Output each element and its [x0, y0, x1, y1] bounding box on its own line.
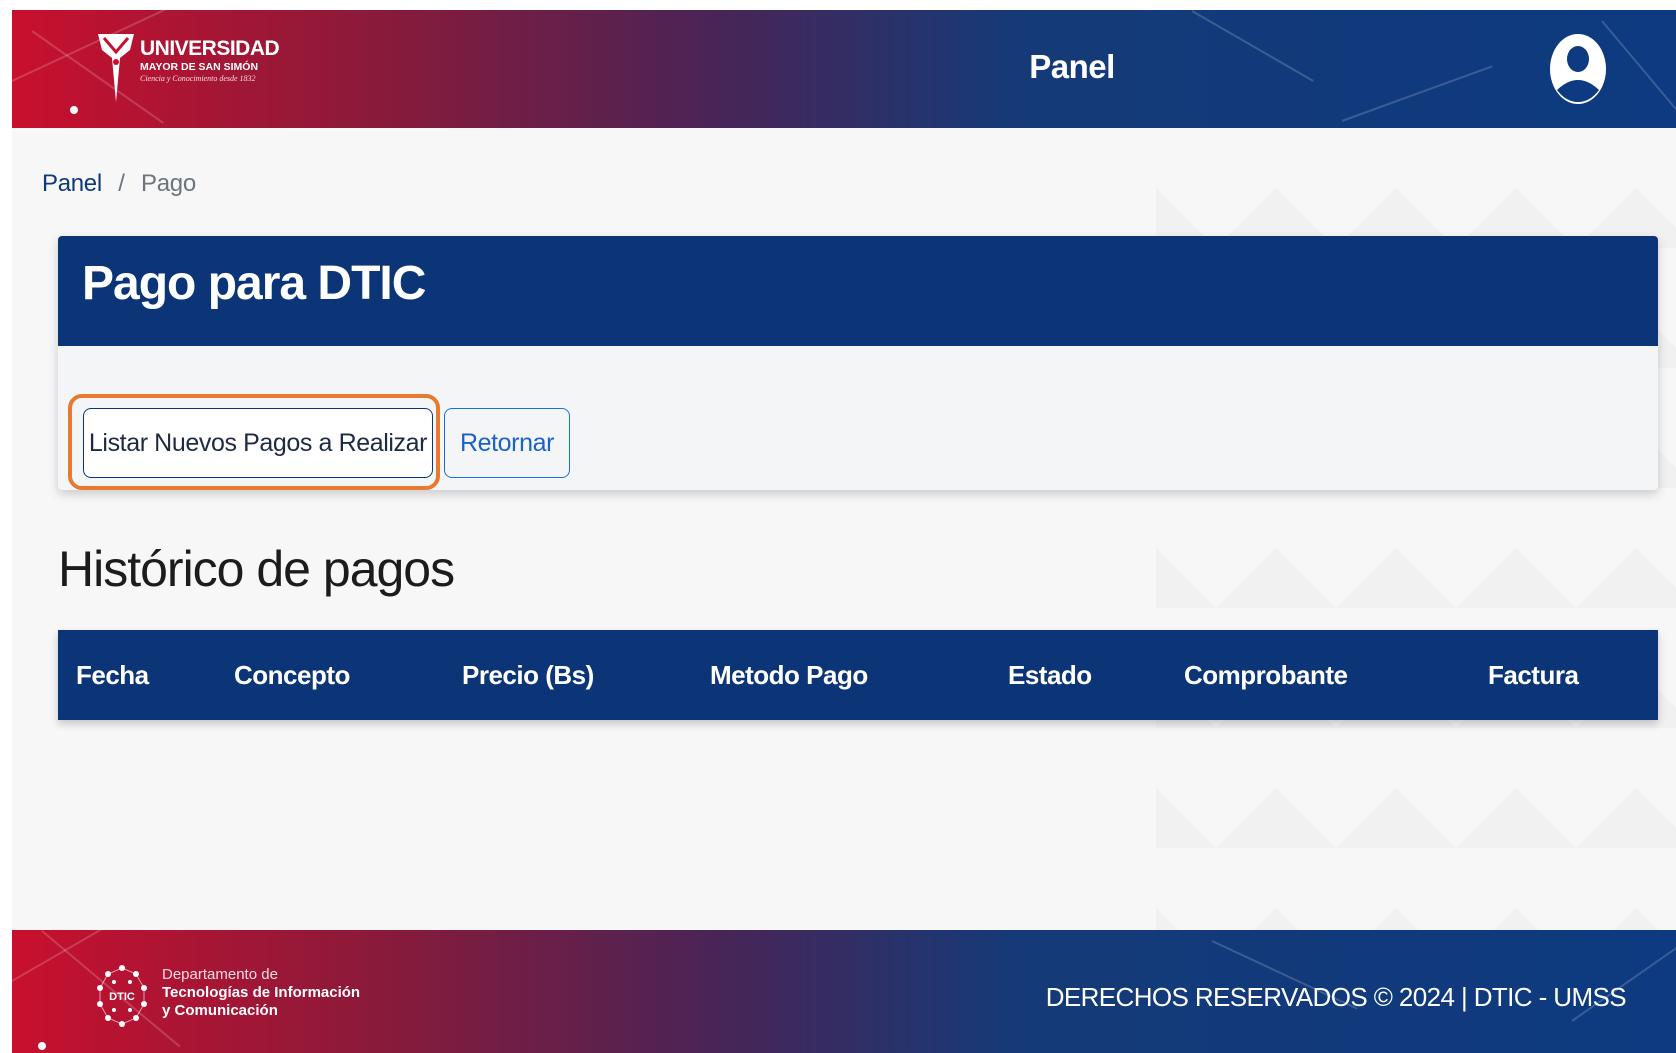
dtic-logo-text: Departamento de Tecnologías de Informaci… — [162, 966, 360, 1020]
logo-tagline: Ciencia y Conocimiento desde 1832 — [140, 73, 256, 83]
dtic-line-1: Departamento de — [162, 966, 278, 983]
breadcrumb-current: Pago — [141, 170, 196, 197]
logo-line-1: UNIVERSIDAD — [140, 37, 280, 60]
user-menu-button[interactable] — [1548, 32, 1608, 106]
dtic-logo[interactable]: DTIC Departamento de Tecnologías de Info… — [92, 958, 372, 1036]
footer: DTIC Departamento de Tecnologías de Info… — [12, 930, 1676, 1053]
umss-logo[interactable]: UNIVERSIDAD MAYOR DE SAN SIMÓN Ciencia y… — [96, 32, 286, 106]
column-header-concepto[interactable]: Concepto — [234, 660, 350, 691]
logo-line-2: MAYOR DE SAN SIMÓN — [140, 61, 259, 73]
column-header-precio[interactable]: Precio (Bs) — [462, 660, 594, 691]
breadcrumb-separator: / — [118, 170, 125, 197]
payment-history-table-header: Fecha Concepto Precio (Bs) Metodo Pago E… — [58, 630, 1658, 720]
breadcrumb: Panel / Pago — [42, 170, 196, 198]
list-new-payments-button[interactable]: Listar Nuevos Pagos a Realizar — [83, 408, 433, 478]
column-header-fecha[interactable]: Fecha — [76, 660, 149, 691]
umss-logo-text: UNIVERSIDAD MAYOR DE SAN SIMÓN Ciencia y… — [140, 37, 280, 83]
column-header-comprobante[interactable]: Comprobante — [1184, 660, 1348, 691]
payment-card: Pago para DTIC Listar Nuevos Pagos a Rea… — [58, 236, 1658, 490]
copyright-text: DERECHOS RESERVADOS © 2024 | DTIC - UMSS — [1045, 982, 1627, 1012]
return-button[interactable]: Retornar — [444, 408, 570, 478]
header-title: Panel — [1029, 48, 1115, 85]
column-header-factura[interactable]: Factura — [1488, 660, 1579, 691]
payment-card-header: Pago para DTIC — [58, 236, 1658, 346]
column-header-metodo-pago[interactable]: Metodo Pago — [710, 660, 868, 691]
page: UNIVERSIDAD MAYOR DE SAN SIMÓN Ciencia y… — [12, 10, 1676, 1053]
breadcrumb-home-link[interactable]: Panel — [42, 170, 102, 197]
payment-history-title: Histórico de pagos — [58, 541, 455, 597]
user-circle-icon — [1550, 34, 1606, 104]
umss-shield-icon — [98, 34, 134, 102]
top-navbar: UNIVERSIDAD MAYOR DE SAN SIMÓN Ciencia y… — [12, 10, 1676, 128]
dtic-line-2: Tecnologías de Información — [162, 984, 361, 1001]
dtic-line-3: y Comunicación — [162, 1002, 278, 1019]
payment-card-title: Pago para DTIC — [82, 257, 426, 310]
dtic-network-icon: DTIC — [97, 965, 147, 1027]
column-header-estado[interactable]: Estado — [1008, 660, 1092, 691]
dtic-badge-text: DTIC — [109, 991, 135, 1003]
